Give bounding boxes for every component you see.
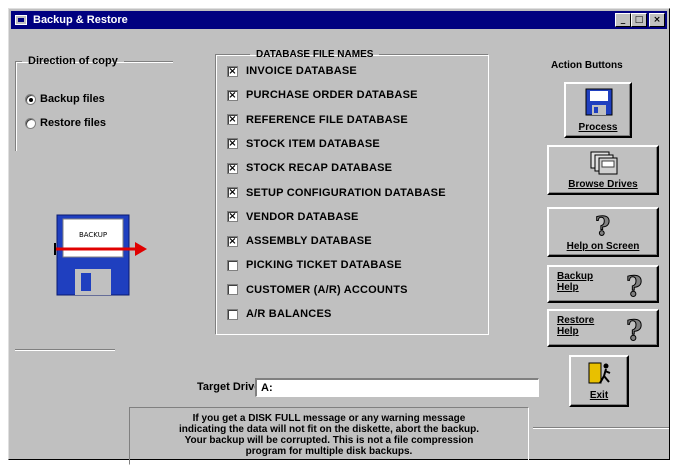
database-label: CUSTOMER (A/R) ACCOUNTS bbox=[246, 283, 408, 296]
database-label: PICKING TICKET DATABASE bbox=[246, 259, 402, 272]
radio-backup-dot[interactable] bbox=[25, 93, 36, 105]
svg-text:?: ? bbox=[626, 270, 642, 300]
database-checkbox-row[interactable]: × SETUP CONFIGURATION DATABASE bbox=[227, 187, 446, 199]
minimize-button[interactable]: _ bbox=[615, 13, 631, 27]
notice-line: program for multiple disk backups. bbox=[245, 446, 413, 457]
database-checkbox-row[interactable]: × VENDOR DATABASE bbox=[227, 211, 359, 223]
database-label: STOCK ITEM DATABASE bbox=[246, 137, 380, 150]
browse-drives-label: Browse Drives bbox=[568, 179, 638, 190]
action-buttons-heading: Action Buttons bbox=[551, 60, 623, 71]
window-title: Backup & Restore bbox=[33, 14, 128, 26]
database-label: VENDOR DATABASE bbox=[246, 210, 359, 223]
checkbox[interactable]: × bbox=[227, 211, 238, 223]
right-separator bbox=[533, 427, 669, 429]
backup-help-question-icon: ? bbox=[626, 270, 643, 300]
database-label: SETUP CONFIGURATION DATABASE bbox=[246, 186, 446, 199]
svg-text:?: ? bbox=[595, 212, 610, 239]
maximize-button[interactable]: □ bbox=[631, 13, 647, 27]
backup-restore-window: Backup & Restore _ □ × Direction of copy… bbox=[8, 8, 670, 465]
notice-line: indicating the data will not fit on the … bbox=[178, 424, 480, 435]
backup-help-button[interactable]: Backup Help ? bbox=[547, 265, 659, 303]
checkbox[interactable]: × bbox=[227, 235, 238, 247]
floppy-label: BACKUP bbox=[78, 231, 108, 239]
radio-restore-files[interactable]: Restore files bbox=[25, 117, 106, 129]
question-mark-icon: ? bbox=[595, 212, 611, 240]
database-label: REFERENCE FILE DATABASE bbox=[246, 113, 408, 126]
browse-drives-button[interactable]: Browse Drives bbox=[547, 145, 659, 195]
radio-backup-files[interactable]: Backup files bbox=[25, 93, 105, 105]
target-drive-input[interactable] bbox=[255, 378, 539, 397]
checkbox[interactable] bbox=[227, 284, 238, 296]
radio-restore-dot[interactable] bbox=[25, 117, 36, 129]
left-separator bbox=[15, 349, 115, 351]
database-checkbox-row[interactable]: × ASSEMBLY DATABASE bbox=[227, 235, 372, 247]
database-checkbox-row[interactable]: × STOCK ITEM DATABASE bbox=[227, 138, 380, 150]
checkbox[interactable]: × bbox=[227, 65, 238, 77]
restore-help-question-icon: ? bbox=[626, 314, 643, 344]
checkbox[interactable]: × bbox=[227, 162, 238, 174]
svg-text:?: ? bbox=[626, 314, 642, 344]
title-bar: Backup & Restore _ □ × bbox=[11, 11, 667, 29]
process-label: Process bbox=[578, 122, 618, 133]
checkbox[interactable] bbox=[227, 308, 238, 320]
floppy-save-icon bbox=[585, 88, 613, 116]
checkbox[interactable] bbox=[227, 259, 238, 271]
restore-help-label: Restore Help bbox=[557, 315, 595, 337]
database-legend: DATABASE FILE NAMES bbox=[256, 49, 374, 60]
radio-restore-label: Restore files bbox=[40, 117, 107, 129]
exit-label: Exit bbox=[589, 390, 609, 401]
checkbox[interactable]: × bbox=[227, 89, 238, 101]
notice-line: If you get a DISK FULL message or any wa… bbox=[192, 413, 466, 424]
direction-legend: Direction of copy bbox=[28, 55, 118, 67]
target-drive-label: Target Drive bbox=[197, 381, 261, 393]
floppy-disk-icon: BACKUP bbox=[53, 209, 153, 299]
help-on-screen-label: Help on Screen bbox=[566, 241, 640, 252]
database-checkbox-row[interactable]: PICKING TICKET DATABASE bbox=[227, 259, 402, 271]
app-icon bbox=[15, 15, 27, 25]
drives-icon bbox=[590, 151, 618, 175]
exit-button[interactable]: Exit bbox=[569, 355, 629, 407]
exit-door-icon bbox=[588, 362, 611, 384]
database-checkbox-row[interactable]: A/R BALANCES bbox=[227, 308, 332, 320]
checkbox[interactable]: × bbox=[227, 114, 238, 126]
database-checkbox-row[interactable]: CUSTOMER (A/R) ACCOUNTS bbox=[227, 284, 408, 296]
restore-help-button[interactable]: Restore Help ? bbox=[547, 309, 659, 347]
database-checkbox-row[interactable]: × REFERENCE FILE DATABASE bbox=[227, 114, 408, 126]
checkbox[interactable]: × bbox=[227, 138, 238, 150]
radio-backup-label: Backup files bbox=[40, 93, 105, 105]
database-label: A/R BALANCES bbox=[246, 308, 332, 320]
database-label: STOCK RECAP DATABASE bbox=[246, 162, 393, 175]
disk-full-notice: If you get a DISK FULL message or any wa… bbox=[129, 407, 529, 465]
process-button[interactable]: Process bbox=[564, 82, 632, 138]
backup-help-label: Backup Help bbox=[557, 271, 594, 293]
database-checkbox-row[interactable]: × INVOICE DATABASE bbox=[227, 65, 357, 77]
database-label: PURCHASE ORDER DATABASE bbox=[246, 89, 418, 102]
database-label: ASSEMBLY DATABASE bbox=[246, 235, 372, 248]
help-on-screen-button[interactable]: ? Help on Screen bbox=[547, 207, 659, 257]
notice-line: Your backup will be corrupted. This is n… bbox=[184, 435, 474, 446]
checkbox[interactable]: × bbox=[227, 187, 238, 198]
database-label: INVOICE DATABASE bbox=[246, 65, 357, 77]
close-button[interactable]: × bbox=[649, 13, 665, 27]
database-checkbox-row[interactable]: × PURCHASE ORDER DATABASE bbox=[227, 89, 418, 101]
database-checkbox-row[interactable]: × STOCK RECAP DATABASE bbox=[227, 162, 392, 174]
